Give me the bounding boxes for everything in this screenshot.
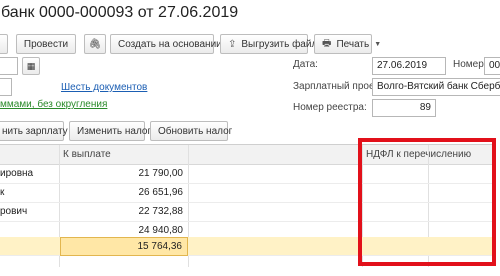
print-button[interactable]: 🖶 Печать ▼: [314, 34, 381, 54]
employee-name-cell: к: [0, 187, 5, 198]
partial-button[interactable]: [0, 34, 8, 54]
fill-salary-button[interactable]: нить зарплату: [0, 121, 68, 141]
chevron-down-icon: ▼: [374, 40, 382, 48]
amount-cell-active[interactable]: 15 764,36: [60, 237, 188, 256]
registry-number-label: Номер реестра:: [293, 102, 367, 113]
create-based-on-button[interactable]: Создать на основании ▼: [110, 34, 234, 54]
print-label: Печать: [336, 38, 370, 50]
number-field[interactable]: 00: [484, 57, 500, 75]
salary-project-field[interactable]: Волго-Вятский банк Сбербанка Р: [372, 78, 500, 96]
export-file-button[interactable]: ⇪ Выгрузить файл: [220, 34, 317, 54]
amount-cell: 22 732,88: [138, 206, 184, 217]
documents-link[interactable]: Шесть документов: [61, 82, 147, 93]
attach-button[interactable]: 🖇: [84, 34, 106, 54]
change-tax-button[interactable]: Изменить налог: [69, 121, 151, 141]
highlight-box: [358, 138, 496, 266]
page-title: банк 0000-000093 от 27.06.2019: [1, 4, 239, 21]
update-tax-label: Обновить налог: [158, 125, 233, 137]
printer-icon: 🖶: [322, 37, 332, 49]
change-tax-label: Изменить налог: [77, 125, 152, 137]
post-button-label: Провести: [23, 38, 69, 50]
type-field[interactable]: [0, 78, 12, 96]
calendar-button[interactable]: ▦: [22, 57, 40, 75]
employee-name-cell: рович: [0, 206, 28, 217]
month-field[interactable]: [0, 57, 18, 75]
fill-salary-label: нить зарплату: [2, 125, 68, 137]
amount-cell: 26 651,96: [138, 187, 184, 198]
post-button[interactable]: Провести: [16, 34, 76, 54]
calendar-icon: ▦: [26, 60, 36, 71]
paperclip-icon: 🖇: [88, 38, 102, 50]
number-label: Номер:: [453, 59, 487, 70]
date-label: Дата:: [293, 59, 318, 70]
employee-name-cell: ировна: [0, 168, 34, 179]
column-header-to-pay[interactable]: К выплате: [63, 149, 111, 160]
create-based-on-label: Создать на основании: [118, 38, 222, 50]
export-icon: ⇪: [228, 38, 237, 50]
export-file-label: Выгрузить файл: [241, 38, 318, 50]
registry-number-field[interactable]: 89: [372, 99, 436, 117]
date-field[interactable]: 27.06.2019: [372, 57, 446, 75]
amount-cell: 21 790,00: [138, 168, 184, 179]
rounding-link[interactable]: ммами, без округления: [0, 99, 107, 110]
update-tax-button[interactable]: Обновить налог: [150, 121, 232, 141]
